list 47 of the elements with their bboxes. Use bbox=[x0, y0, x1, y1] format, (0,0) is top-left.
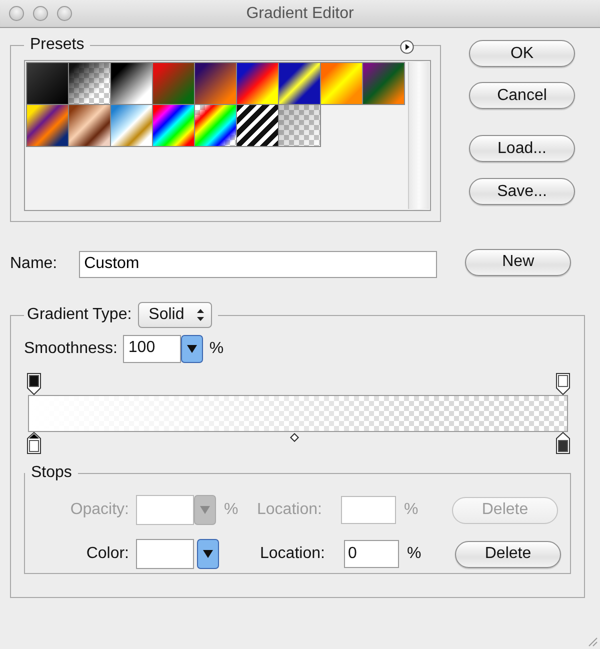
gradient-swatch[interactable] bbox=[26, 62, 69, 105]
gradient-swatch[interactable] bbox=[236, 62, 279, 105]
percent-label: % bbox=[407, 545, 422, 563]
opacity-label: Opacity: bbox=[69, 501, 129, 519]
opacity-stop-marker[interactable] bbox=[556, 373, 570, 395]
gradient-swatch[interactable] bbox=[110, 62, 153, 105]
group-label: Presets bbox=[29, 36, 86, 54]
percent-label: % bbox=[224, 501, 240, 519]
delete-button[interactable]: Delete bbox=[455, 540, 561, 568]
smoothness-label: Smoothness: bbox=[24, 340, 118, 358]
gradient-swatch[interactable] bbox=[278, 104, 321, 147]
dialog-button[interactable]: Save... bbox=[469, 178, 575, 205]
gradient-swatch[interactable] bbox=[26, 104, 69, 147]
color-field[interactable] bbox=[136, 539, 219, 569]
location-field[interactable]: 0 bbox=[344, 540, 399, 568]
gradient-swatch[interactable] bbox=[68, 62, 111, 105]
gradient-type-label: Gradient Type: bbox=[27, 306, 132, 324]
opacity-stop-marker[interactable] bbox=[27, 373, 41, 395]
gradient-swatch[interactable] bbox=[152, 62, 195, 105]
gradient-swatch[interactable] bbox=[362, 62, 405, 105]
gradient-swatch[interactable] bbox=[236, 104, 279, 147]
dialog-button[interactable]: OK bbox=[469, 40, 575, 67]
percent-label: % bbox=[404, 501, 420, 519]
gradient-swatch[interactable] bbox=[68, 104, 111, 147]
color-label: Color: bbox=[85, 545, 129, 563]
location-label: Location: bbox=[257, 501, 323, 519]
gradient-swatch[interactable] bbox=[152, 104, 195, 147]
location-label: Location: bbox=[260, 545, 326, 563]
group-label: Stops bbox=[30, 464, 73, 482]
name-label: Name: bbox=[10, 255, 58, 273]
gradient-swatch[interactable] bbox=[320, 62, 363, 105]
scrollbar[interactable] bbox=[408, 62, 429, 209]
window-title: Gradient Editor bbox=[246, 4, 354, 22]
new-button[interactable]: New bbox=[465, 248, 572, 276]
gradient-swatch[interactable] bbox=[278, 62, 321, 105]
up-down-arrows-icon bbox=[196, 308, 206, 322]
percent-label: % bbox=[209, 340, 224, 358]
gradient-swatch[interactable] bbox=[194, 104, 237, 147]
gradient-swatch[interactable] bbox=[194, 62, 237, 105]
color-stop-marker[interactable] bbox=[27, 432, 41, 454]
dialog-button[interactable]: Cancel bbox=[469, 82, 575, 109]
gradient-type-popup[interactable]: Solid bbox=[138, 302, 212, 328]
color-stop-marker[interactable] bbox=[556, 432, 570, 454]
name-field[interactable]: Custom bbox=[79, 250, 438, 278]
dialog-button[interactable]: Load... bbox=[469, 135, 575, 162]
resize-grip-icon[interactable] bbox=[586, 635, 598, 647]
gradient-swatch[interactable] bbox=[110, 104, 153, 147]
